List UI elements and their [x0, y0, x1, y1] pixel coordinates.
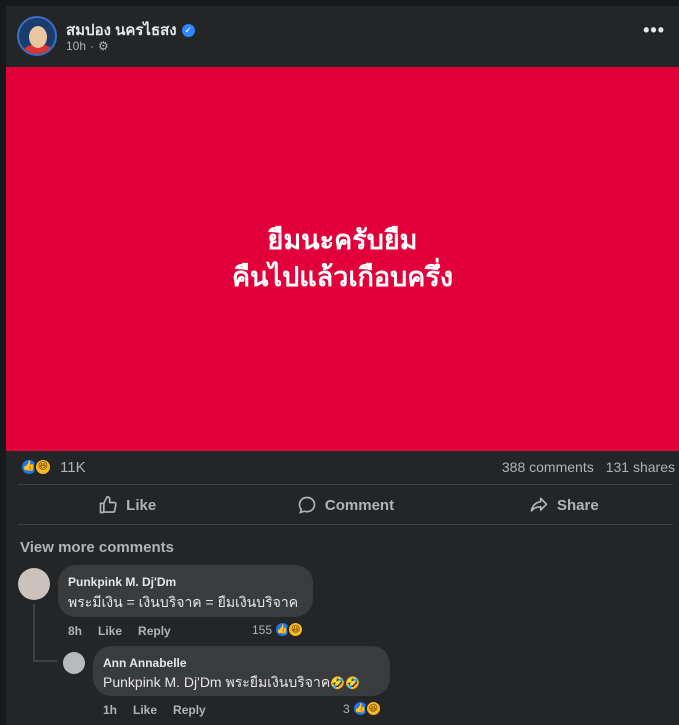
verified-badge-icon: ✓ — [181, 23, 195, 37]
banner-line-1: ยืมนะครับยืม — [267, 225, 418, 256]
comment-actions: 8h Like Reply — [68, 624, 171, 638]
shares-count[interactable]: 131 shares — [606, 459, 675, 475]
reply-like-button[interactable]: Like — [133, 703, 157, 717]
more-options-icon[interactable]: ••• — [643, 20, 665, 41]
comment-like-button[interactable]: Like — [98, 624, 122, 638]
reply-time[interactable]: 1h — [103, 703, 117, 717]
post-header: สมปอง นครไธสง ✓ 10h · ⚙ ••• — [6, 6, 679, 67]
post-card: สมปอง นครไธสง ✓ 10h · ⚙ ••• ยืมนะครับยืม… — [6, 6, 679, 725]
reply-reply-button[interactable]: Reply — [173, 703, 206, 717]
commenter-avatar[interactable] — [18, 568, 50, 600]
banner-line-2: คืนไปแล้วเกือบครึ่ง — [231, 262, 454, 293]
reaction-count: 11K — [60, 458, 86, 476]
gear-icon: ⚙ — [98, 39, 109, 53]
reply-actions: 1h Like Reply — [103, 703, 206, 717]
speech-bubble-icon — [298, 496, 316, 514]
reply-reactions[interactable]: 3 👍 😆 — [343, 700, 382, 717]
share-arrow-icon — [530, 497, 548, 512]
divider-top — [18, 484, 673, 485]
thread-line-vertical — [33, 604, 35, 660]
reaction-summary[interactable]: 👍 😆 11K — [20, 458, 86, 476]
comment-reaction-count: 155 — [252, 622, 273, 637]
reply-commenter-avatar[interactable] — [63, 652, 85, 674]
reply-text-row: Punkpink M. Dj'Dm พระยืมเงินบริจาค🤣🤣 — [103, 672, 360, 694]
share-button[interactable]: Share — [455, 486, 673, 524]
comment-bubble: Punkpink M. Dj'Dm พระมีเงิน = เงินบริจาค… — [58, 565, 313, 617]
reply-text: Punkpink M. Dj'Dm พระยืมเงินบริจาค — [103, 674, 331, 690]
haha-reaction-icon: 😆 — [287, 621, 305, 638]
like-button[interactable]: Like — [18, 486, 236, 524]
like-label: Like — [126, 496, 157, 514]
haha-reaction-icon: 😆 — [364, 700, 382, 717]
rofl-emoji-icon: 🤣🤣 — [330, 676, 361, 690]
commenter-name[interactable]: Punkpink M. Dj'Dm — [68, 575, 176, 589]
reply-reaction-count: 3 — [343, 701, 350, 716]
comment-time[interactable]: 8h — [68, 624, 82, 638]
divider-bottom — [18, 524, 673, 525]
share-label: Share — [556, 496, 599, 514]
comment-button[interactable]: Comment — [236, 486, 454, 524]
comment-reply-button[interactable]: Reply — [138, 624, 171, 638]
view-more-comments-link[interactable]: View more comments — [20, 539, 174, 556]
author-avatar[interactable] — [17, 16, 57, 56]
comments-count[interactable]: 388 comments — [502, 459, 594, 475]
post-actions: Like Comment Share — [18, 486, 673, 524]
post-image-banner[interactable]: ยืมนะครับยืม คืนไปแล้วเกือบครึ่ง — [6, 67, 679, 451]
reply-bubble: Ann Annabelle Punkpink M. Dj'Dm พระยืมเง… — [93, 646, 390, 696]
post-meta: 10h · ⚙ — [66, 39, 109, 53]
haha-reaction-icon: 😆 — [34, 458, 52, 476]
meta-separator: · — [90, 39, 95, 53]
thumbs-up-icon — [99, 495, 117, 514]
comment-reactions[interactable]: 155 👍 😆 — [252, 621, 305, 638]
reply-commenter-name[interactable]: Ann Annabelle — [103, 656, 187, 670]
post-time[interactable]: 10h — [66, 39, 86, 53]
comment-text: พระมีเงิน = เงินบริจาค = ยืมเงินบริจาค — [68, 594, 299, 610]
thread-line-horizontal — [33, 660, 57, 662]
comment-label: Comment — [324, 496, 395, 514]
post-stats: 👍 😆 11K 388 comments 131 shares — [20, 456, 675, 478]
engagement-counts: 388 comments 131 shares — [502, 459, 675, 475]
